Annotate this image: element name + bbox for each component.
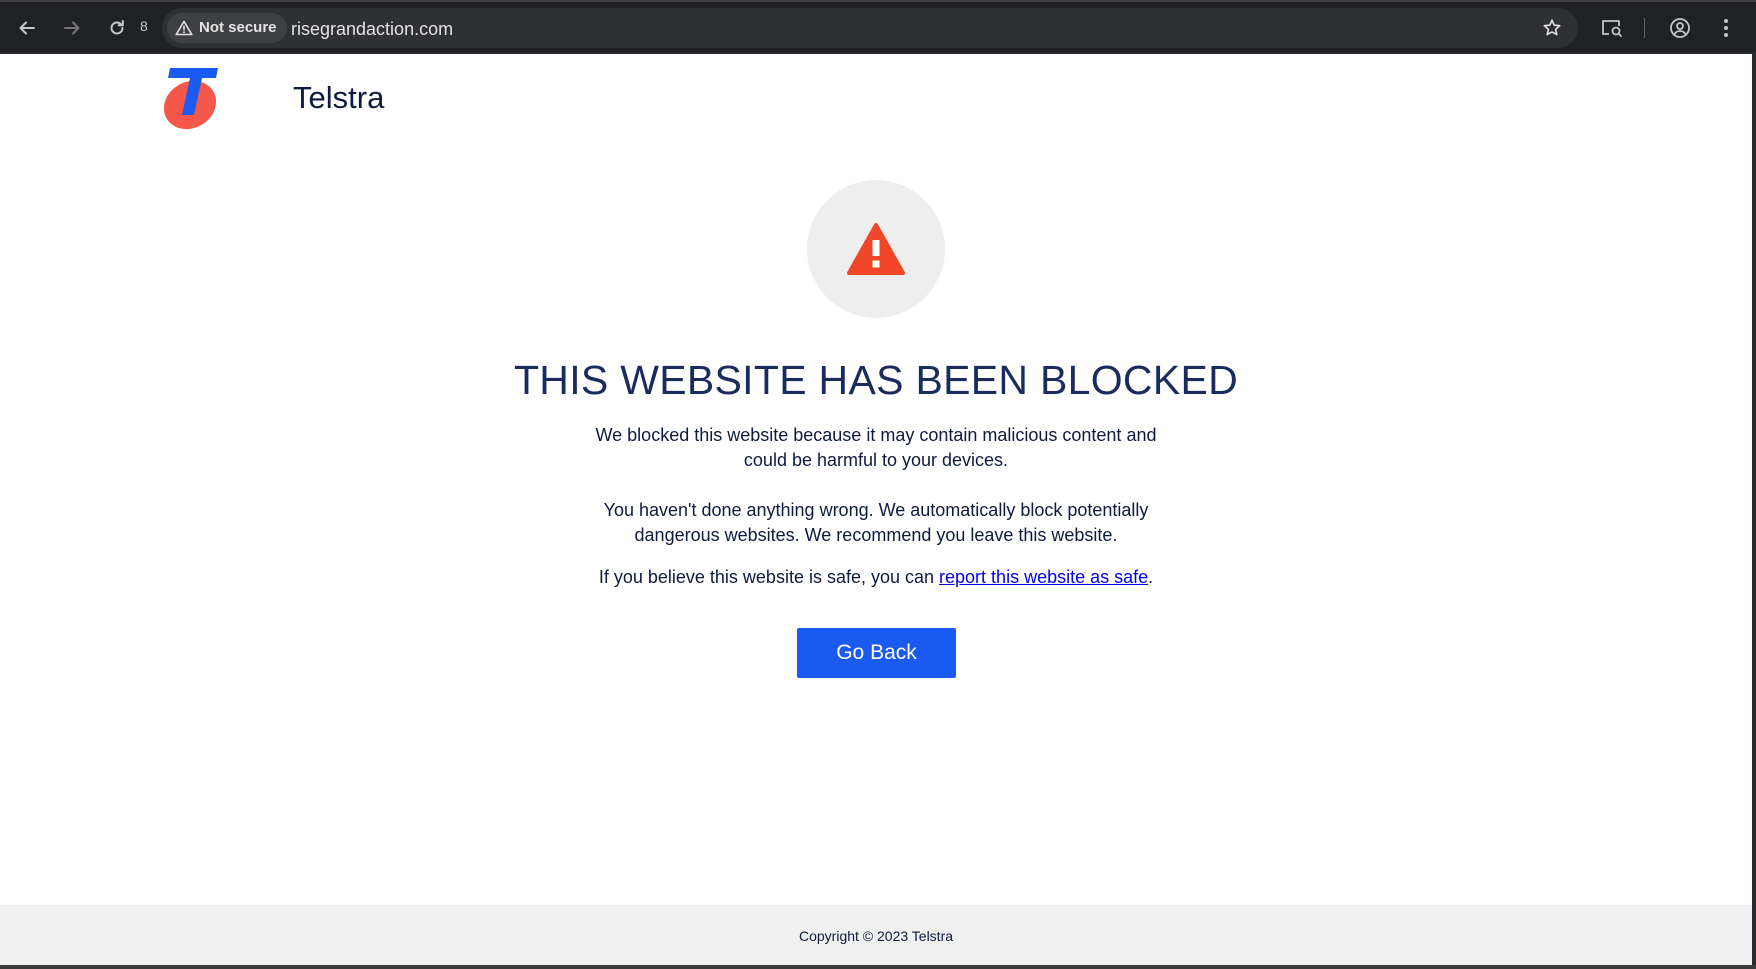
reload-count: 8 (140, 18, 148, 34)
browser-toolbar: 8 Not secure risegrandaction.com (0, 0, 1756, 54)
forward-button[interactable] (58, 14, 86, 42)
report-suffix: . (1148, 567, 1154, 587)
url-text[interactable]: risegrandaction.com (291, 18, 453, 40)
report-prefix: If you believe this website is safe, you… (598, 567, 940, 587)
reload-button[interactable] (103, 14, 131, 42)
brand-name: Telstra (293, 80, 385, 115)
block-reason-text: We blocked this website because it may c… (595, 425, 1157, 470)
search-page-icon (1602, 20, 1622, 37)
star-icon (1543, 19, 1561, 36)
reassurance-text: You haven't done anything wrong. We auto… (603, 500, 1149, 545)
go-back-button[interactable]: Go Back (797, 628, 956, 678)
kebab-menu-icon (1724, 19, 1728, 37)
arrow-left-icon (19, 21, 35, 35)
report-safe-text: If you believe this website is safe, you… (576, 565, 1176, 590)
lens-button[interactable] (1598, 14, 1626, 42)
warning-triangle-icon (175, 20, 193, 36)
telstra-logo (162, 65, 220, 131)
menu-button[interactable] (1712, 14, 1740, 42)
copyright-text: Copyright © 2023 Telstra (798, 928, 954, 944)
alert-badge (807, 180, 945, 318)
profile-button[interactable] (1666, 14, 1694, 42)
report-safe-link[interactable]: report this website as safe (939, 567, 1148, 587)
blocked-page: Telstra THIS WEBSITE HAS BEEN BLOCKED We… (0, 54, 1752, 967)
toolbar-divider (1644, 18, 1645, 38)
arrow-right-icon (64, 21, 80, 35)
footer: Copyright © 2023 Telstra (0, 905, 1752, 967)
security-chip[interactable]: Not secure (167, 13, 287, 43)
window-bottom-edge (0, 965, 1756, 969)
account-icon (1670, 18, 1690, 38)
reload-icon (110, 20, 124, 35)
window-edge (1752, 54, 1756, 969)
address-bar[interactable]: Not secure risegrandaction.com (162, 8, 1578, 48)
security-chip-label: Not secure (199, 19, 277, 36)
warning-triangle-icon (847, 223, 905, 275)
telstra-logo-icon (163, 68, 218, 130)
back-button[interactable] (13, 14, 41, 42)
bookmark-button[interactable] (1540, 16, 1564, 40)
page-title: THIS WEBSITE HAS BEEN BLOCKED (513, 357, 1239, 403)
